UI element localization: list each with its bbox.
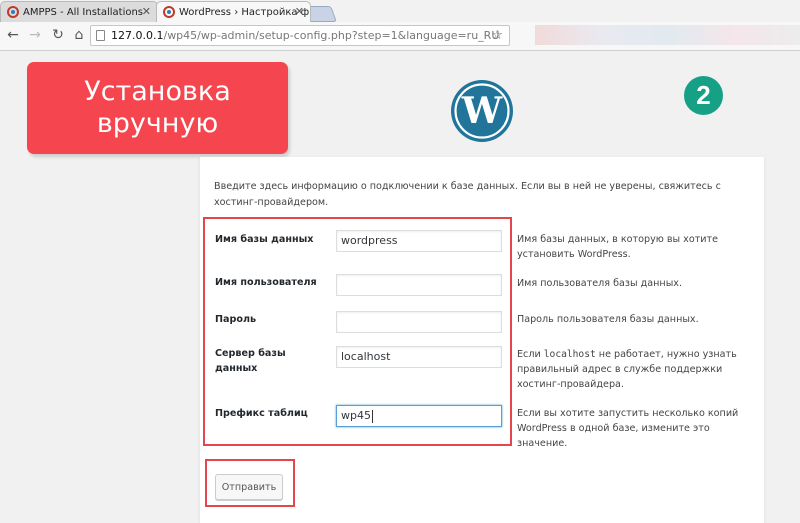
tab-title: AMPPS - All Installations xyxy=(23,6,144,18)
reload-icon[interactable]: ↻ xyxy=(49,27,67,43)
url-host: 127.0.0.1 xyxy=(111,29,164,42)
page-info-icon[interactable] xyxy=(96,30,105,41)
step-badge: 2 xyxy=(684,76,723,115)
bookmark-star-icon[interactable]: ☆ xyxy=(491,26,503,45)
wordpress-logo-icon: W xyxy=(449,78,515,144)
help-table-prefix: Если вы хотите запустить несколько копий… xyxy=(517,408,739,449)
manual-install-callout: Установка вручную xyxy=(27,62,288,154)
submit-highlight-box xyxy=(205,459,295,507)
back-arrow-icon[interactable]: ← xyxy=(4,27,22,43)
address-bar[interactable]: 127.0.0.1/wp45/wp-admin/setup-config.php… xyxy=(90,25,510,46)
help-db-host: Если localhost не работает, нужно узнать… xyxy=(517,347,757,392)
forward-arrow-icon[interactable]: → xyxy=(26,27,44,43)
home-icon[interactable]: ⌂ xyxy=(70,27,88,43)
help-db-name: Имя базы данных, в которую вы хотите уст… xyxy=(517,234,719,260)
tab-ampps[interactable]: AMPPS - All Installations ✕ xyxy=(0,1,158,22)
ampps-favicon-icon xyxy=(7,6,19,18)
help-db-host-code: localhost xyxy=(543,349,596,360)
blurred-extensions xyxy=(535,25,800,45)
browser-toolbar: ← → ↻ ⌂ 127.0.0.1/wp45/wp-admin/setup-co… xyxy=(0,22,800,51)
ampps-favicon-icon xyxy=(163,6,175,18)
svg-text:W: W xyxy=(461,90,503,132)
help-username: Имя пользователя базы данных. xyxy=(517,278,682,289)
tab-wordpress[interactable]: WordPress › Настройка ф ✕ xyxy=(156,1,311,22)
close-tab-icon[interactable]: ✕ xyxy=(142,5,151,18)
close-tab-icon[interactable]: ✕ xyxy=(295,5,304,18)
tab-bar: AMPPS - All Installations ✕ WordPress › … xyxy=(0,0,800,22)
url-path: /wp45/wp-admin/setup-config.php?step=1&l… xyxy=(163,29,500,42)
intro-text: Введите здесь информацию о подключении к… xyxy=(214,181,721,208)
fields-highlight-box xyxy=(203,217,512,446)
tab-title: WordPress › Настройка ф xyxy=(179,6,310,18)
help-password: Пароль пользователя базы данных. xyxy=(517,314,699,325)
help-db-host-prefix: Если xyxy=(517,349,544,360)
callout-text: Установка вручную xyxy=(84,76,231,139)
